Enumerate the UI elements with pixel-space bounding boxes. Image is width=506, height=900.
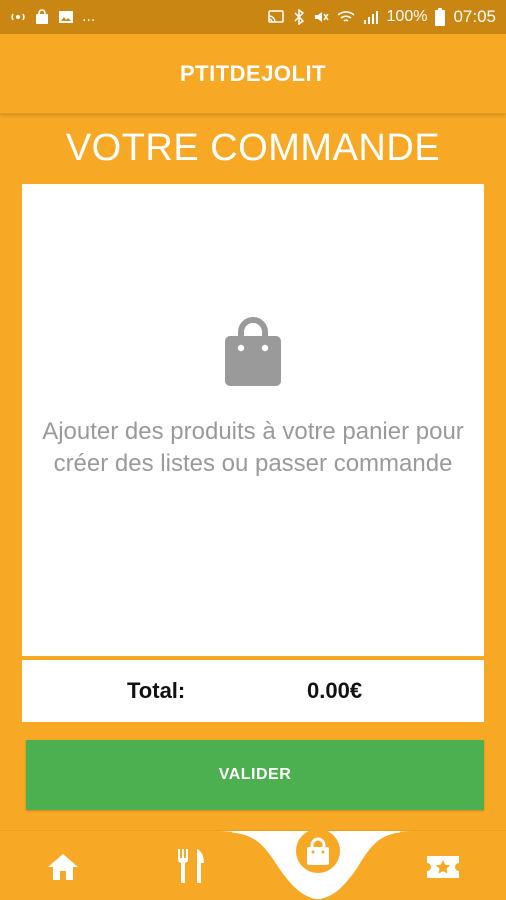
cast-icon — [267, 9, 285, 25]
status-right-icons: 100% 07:05 — [267, 7, 496, 27]
status-left-icons: ... — [10, 8, 95, 26]
validate-button[interactable]: VALIDER — [26, 740, 484, 810]
app-title: PTITDEJOLIT — [179, 60, 327, 86]
empty-cart-message: Ajouter des produits à votre panier pour… — [42, 418, 464, 477]
home-icon — [46, 852, 80, 887]
nav-cart[interactable] — [286, 828, 350, 882]
mute-icon — [313, 9, 329, 25]
shopping-bag-icon — [223, 316, 283, 388]
app-bar: PTITDEJOLIT — [0, 34, 506, 114]
bluetooth-icon — [293, 9, 305, 25]
nav-offers[interactable] — [420, 849, 466, 889]
cart-panel: Ajouter des produits à votre panier pour… — [22, 184, 484, 656]
signal-icon — [363, 9, 379, 25]
page-title: VOTRE COMMANDE — [65, 127, 441, 169]
bottom-navigation — [0, 828, 506, 900]
shopping-bag-icon — [293, 828, 343, 882]
status-ellipsis: ... — [82, 8, 96, 25]
shopping-bag-icon — [34, 9, 50, 25]
image-icon — [58, 9, 74, 25]
status-time: 07:05 — [453, 7, 496, 26]
fork-knife-icon — [173, 847, 209, 890]
hotspot-icon — [10, 9, 26, 25]
total-bar: Total: 0.00€ — [22, 660, 484, 722]
wifi-icon — [336, 9, 355, 25]
total-value: 0.00€ — [307, 678, 363, 703]
battery-icon — [435, 8, 446, 26]
nav-home[interactable] — [40, 849, 86, 889]
total-label: Total: — [127, 678, 186, 703]
nav-menu[interactable] — [168, 845, 214, 891]
battery-percentage: 100% — [386, 8, 428, 25]
status-bar: ... 100% 07:05 — [0, 0, 506, 34]
ticket-star-icon — [425, 852, 461, 887]
